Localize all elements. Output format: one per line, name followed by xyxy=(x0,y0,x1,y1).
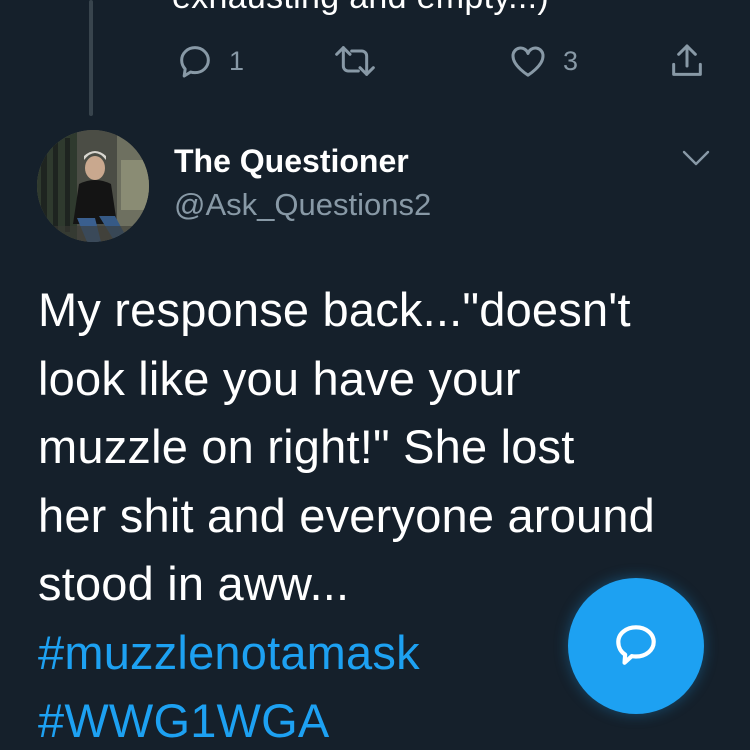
floating-reply-button[interactable] xyxy=(568,578,704,714)
reply-bubble-icon xyxy=(611,619,661,674)
reply-icon xyxy=(175,41,215,81)
tweet-text-line: My response back..."doesn't xyxy=(38,283,631,336)
previous-tweet-actions: 1 3 xyxy=(0,38,750,84)
retweet-button[interactable] xyxy=(333,38,391,84)
share-button[interactable] xyxy=(667,38,707,84)
reply-button[interactable]: 1 xyxy=(175,38,244,84)
avatar[interactable] xyxy=(37,130,149,242)
chevron-down-icon[interactable] xyxy=(680,146,712,170)
author-name[interactable]: The Questioner xyxy=(174,143,409,180)
previous-tweet-text: exhausting and empty...) xyxy=(172,0,549,17)
like-button[interactable]: 3 xyxy=(507,38,578,84)
tweet-text-line: her shit and everyone around xyxy=(38,488,656,542)
tweet-text-line: muzzle on right!" She lost xyxy=(38,420,575,473)
tweet-thread-screen: exhausting and empty...) 1 xyxy=(0,0,750,750)
author-handle[interactable]: @Ask_Questions2 xyxy=(174,187,431,223)
reply-count: 1 xyxy=(229,45,245,76)
tweet-text-line: look like you have your xyxy=(38,351,521,405)
heart-icon xyxy=(507,41,549,81)
share-icon xyxy=(667,41,707,81)
like-count: 3 xyxy=(563,45,579,76)
retweet-icon xyxy=(333,41,377,81)
